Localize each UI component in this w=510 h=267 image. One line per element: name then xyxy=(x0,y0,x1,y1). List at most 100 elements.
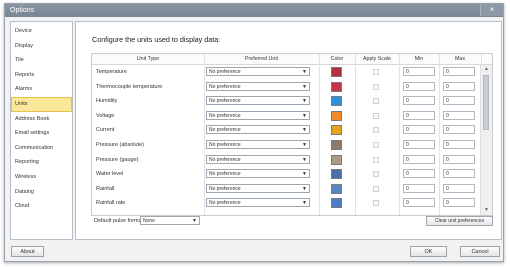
color-swatch[interactable] xyxy=(331,81,342,92)
apply-scale-checkbox[interactable] xyxy=(373,156,379,163)
table-row: Voltage No preference ▼ 0 0 xyxy=(92,109,480,124)
ok-button[interactable]: OK xyxy=(410,246,447,257)
preferred-unit-select[interactable]: No preference ▼ xyxy=(206,96,310,106)
column-max[interactable]: Max xyxy=(439,54,481,64)
unit-type-label: Humidity xyxy=(96,98,118,105)
color-swatch[interactable] xyxy=(331,154,342,165)
max-input[interactable]: 0 xyxy=(443,154,475,164)
sidebar-item-datalog[interactable]: Datalog xyxy=(11,185,72,200)
chevron-down-icon: ▼ xyxy=(302,127,307,134)
unit-type-label: Pressure (absolute) xyxy=(96,141,144,148)
sidebar-item-units[interactable]: Units xyxy=(11,96,72,112)
panel-heading: Configure the units used to display data… xyxy=(92,35,221,44)
apply-scale-checkbox[interactable] xyxy=(373,127,379,134)
color-swatch[interactable] xyxy=(331,125,342,136)
apply-scale-checkbox[interactable] xyxy=(373,98,379,105)
preferred-unit-select[interactable]: No preference ▼ xyxy=(206,125,310,135)
cancel-button[interactable]: Cancel xyxy=(460,246,500,257)
scroll-up-arrow-icon[interactable]: ▲ xyxy=(481,65,492,74)
max-input[interactable]: 0 xyxy=(443,81,475,91)
default-pulse-format-select[interactable]: None ▼ xyxy=(140,216,200,225)
table-scrollbar[interactable]: ▲ ▼ xyxy=(480,65,492,215)
preferred-unit-select[interactable]: No preference ▼ xyxy=(206,81,310,91)
chevron-down-icon: ▼ xyxy=(302,200,307,207)
sidebar-item-wireless[interactable]: Wireless xyxy=(11,170,72,185)
apply-scale-checkbox[interactable] xyxy=(373,112,379,119)
chevron-down-icon: ▼ xyxy=(302,156,307,163)
unit-type-label: Voltage xyxy=(96,112,115,119)
sidebar-item-cloud[interactable]: Cloud xyxy=(11,199,72,214)
color-swatch[interactable] xyxy=(331,110,342,121)
preferred-unit-value: No preference xyxy=(209,98,241,105)
chevron-down-icon: ▼ xyxy=(302,98,307,105)
max-input[interactable]: 0 xyxy=(443,183,475,193)
sidebar-item-email-settings[interactable]: Email settings xyxy=(11,126,72,141)
column-preferred-unit[interactable]: Preferred Unit xyxy=(204,54,319,64)
min-input[interactable]: 0 xyxy=(403,96,435,106)
default-pulse-format-label: Default pulse format: xyxy=(94,218,145,224)
close-button[interactable]: × xyxy=(480,4,503,16)
table-row: Temperature No preference ▼ 0 0 xyxy=(92,65,480,80)
max-input[interactable]: 0 xyxy=(443,169,475,179)
apply-scale-checkbox[interactable] xyxy=(373,69,379,75)
chevron-down-icon: ▼ xyxy=(302,112,307,119)
apply-scale-checkbox[interactable] xyxy=(373,185,379,192)
max-input[interactable]: 0 xyxy=(443,125,475,135)
color-swatch[interactable] xyxy=(331,169,342,180)
apply-scale-checkbox[interactable] xyxy=(373,171,379,178)
scroll-thumb[interactable] xyxy=(483,75,489,130)
preferred-unit-select[interactable]: No preference ▼ xyxy=(206,67,310,76)
preferred-unit-select[interactable]: No preference ▼ xyxy=(206,110,310,120)
color-swatch[interactable] xyxy=(331,198,342,209)
min-input[interactable]: 0 xyxy=(403,110,435,120)
max-input[interactable]: 0 xyxy=(443,67,475,76)
preferred-unit-value: No preference xyxy=(209,185,241,192)
sidebar-item-alarms[interactable]: Alarms xyxy=(11,82,72,97)
apply-scale-checkbox[interactable] xyxy=(373,141,379,148)
preferred-unit-select[interactable]: No preference ▼ xyxy=(206,139,310,149)
unit-type-label: Rainfall xyxy=(96,185,115,192)
about-button[interactable]: About xyxy=(11,246,44,257)
preferred-unit-select[interactable]: No preference ▼ xyxy=(206,183,310,193)
min-input[interactable]: 0 xyxy=(403,198,435,208)
sidebar-item-reporting[interactable]: Reporting xyxy=(11,155,72,170)
sidebar-item-tile[interactable]: Tile xyxy=(11,53,72,68)
preferred-unit-value: No preference xyxy=(209,156,241,163)
window-title: Options xyxy=(10,7,35,14)
min-input[interactable]: 0 xyxy=(403,154,435,164)
min-input[interactable]: 0 xyxy=(403,125,435,135)
max-input[interactable]: 0 xyxy=(443,139,475,149)
apply-scale-checkbox[interactable] xyxy=(373,200,379,207)
color-swatch[interactable] xyxy=(331,139,342,150)
chevron-down-icon: ▼ xyxy=(302,83,307,90)
chevron-down-icon: ▼ xyxy=(192,218,197,224)
min-input[interactable]: 0 xyxy=(403,183,435,193)
column-color[interactable]: Color xyxy=(319,54,355,64)
min-input[interactable]: 0 xyxy=(403,139,435,149)
min-input[interactable]: 0 xyxy=(403,67,435,76)
preferred-unit-select[interactable]: No preference ▼ xyxy=(206,198,310,208)
clear-unit-preferences-button[interactable]: Clear unit preferences xyxy=(426,216,493,226)
min-input[interactable]: 0 xyxy=(403,81,435,91)
sidebar-item-device[interactable]: Device xyxy=(11,24,72,39)
preferred-unit-select[interactable]: No preference ▼ xyxy=(206,154,310,164)
color-swatch[interactable] xyxy=(331,67,342,77)
max-input[interactable]: 0 xyxy=(443,96,475,106)
min-input[interactable]: 0 xyxy=(403,169,435,179)
max-input[interactable]: 0 xyxy=(443,198,475,208)
color-swatch[interactable] xyxy=(331,96,342,107)
title-bar: Options × xyxy=(5,4,503,17)
column-min[interactable]: Min xyxy=(399,54,439,64)
apply-scale-checkbox[interactable] xyxy=(373,83,379,90)
column-unit-type[interactable]: Unit Type xyxy=(92,54,204,64)
max-input[interactable]: 0 xyxy=(443,110,475,120)
preferred-unit-select[interactable]: No preference ▼ xyxy=(206,169,310,179)
color-swatch[interactable] xyxy=(331,183,342,194)
scroll-down-arrow-icon[interactable]: ▼ xyxy=(481,206,492,215)
sidebar-item-communication[interactable]: Communication xyxy=(11,141,72,156)
sidebar-item-reports[interactable]: Reports xyxy=(11,68,72,83)
column-apply-scale[interactable]: Apply Scale xyxy=(355,54,399,64)
chevron-down-icon: ▼ xyxy=(302,171,307,178)
sidebar-item-display[interactable]: Display xyxy=(11,39,72,54)
sidebar-item-address-book[interactable]: Address Book xyxy=(11,112,72,127)
